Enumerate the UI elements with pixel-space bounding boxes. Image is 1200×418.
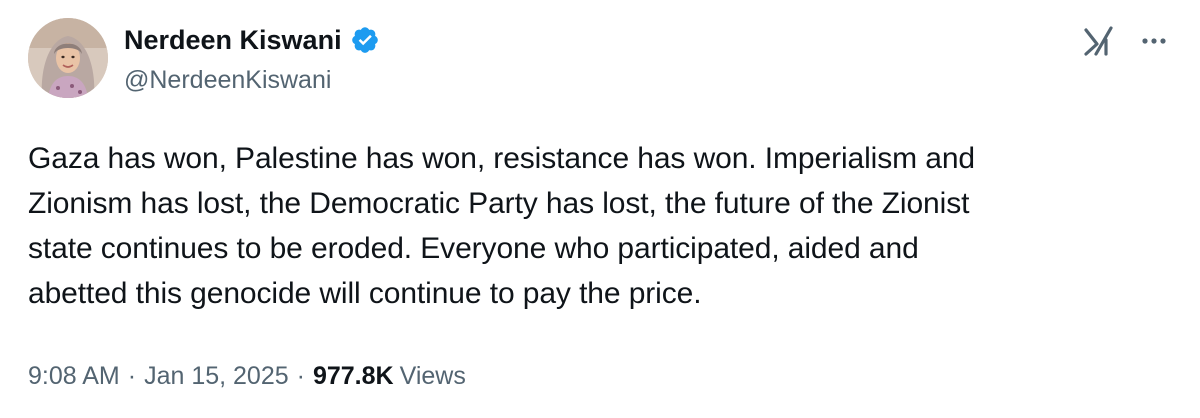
meta-separator: · <box>127 361 137 390</box>
author-handle[interactable]: @NerdeenKiswani <box>124 66 331 95</box>
tweet-text-line: Gaza has won, Palestine has won, resista… <box>28 142 976 175</box>
profile-photo-icon <box>28 18 108 98</box>
tweet-text-line: abetted this genocide will continue to p… <box>28 277 702 310</box>
tweet-card: Nerdeen Kiswani @NerdeenKiswani Gaza has… <box>0 0 1200 418</box>
avatar[interactable] <box>28 18 108 98</box>
grok-icon[interactable] <box>1082 24 1116 58</box>
tweet-text-line: state continues to be eroded. Everyone w… <box>28 232 919 265</box>
tweet-text: Gaza has won, Palestine has won, resista… <box>28 136 1178 316</box>
tweet-date[interactable]: Jan 15, 2025 <box>144 362 289 391</box>
more-icon[interactable] <box>1136 24 1172 58</box>
verified-badge-icon[interactable] <box>350 25 380 55</box>
author-name-row: Nerdeen Kiswani <box>124 22 380 58</box>
author-display-name[interactable]: Nerdeen Kiswani <box>124 25 342 56</box>
meta-separator: · <box>296 361 305 390</box>
tweet-meta: 9:08 AM · Jan 15, 2025 · 977.8K Views <box>28 356 466 396</box>
tweet-time[interactable]: 9:08 AM <box>28 362 120 391</box>
views-label: Views <box>399 361 466 390</box>
views-count: 977.8K <box>312 361 394 390</box>
tweet-text-line: Zionism has lost, the Democratic Party h… <box>28 187 970 220</box>
